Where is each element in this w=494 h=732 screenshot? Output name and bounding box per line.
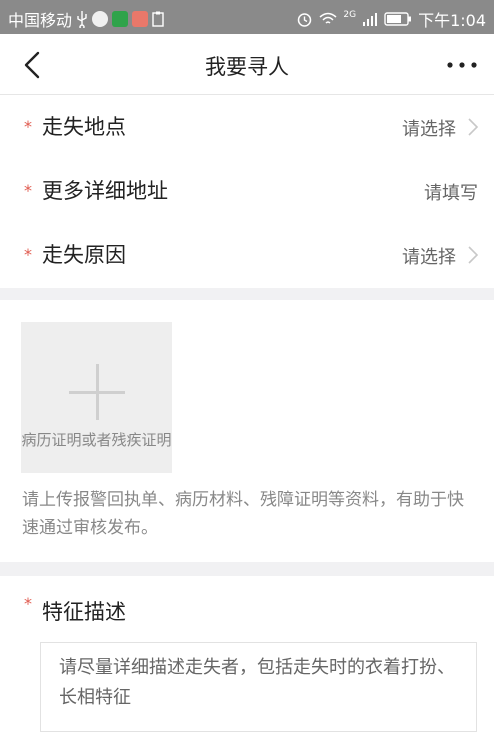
status-right: 2G 下午1:04 (296, 7, 486, 31)
more-options-icon[interactable] (444, 50, 480, 80)
upload-hint: 请上传报警回执单、病历材料、残障证明等资料，有助于快速通过审核发布。 (22, 490, 464, 538)
lost-reason-value[interactable]: 请选择 (402, 243, 456, 269)
status-bar: 中国移动 2G 下午1:04 (0, 0, 494, 34)
description-box[interactable]: 请尽量详细描述走失者，包括走失时的衣着打扮、长相特征 (40, 642, 477, 732)
description-section: * 特征描述 请尽量详细描述走失者，包括走失时的衣着打扮、长相特征 (0, 576, 494, 732)
required-mark: * (24, 181, 32, 200)
battery-icon (384, 12, 412, 26)
detail-address-value[interactable]: 请填写 (424, 179, 478, 205)
description-input[interactable]: 请尽量详细描述走失者，包括走失时的衣着打扮、长相特征 (59, 653, 469, 713)
page-title: 我要寻人 (205, 55, 289, 79)
location-form: * 走失地点 请选择 * 更多详细地址 请填写 * 走失原因 请选择 (0, 95, 494, 288)
status-left: 中国移动 (8, 7, 164, 31)
lost-location-value[interactable]: 请选择 (402, 115, 456, 141)
chevron-right-icon (468, 246, 479, 264)
alarm-icon (298, 12, 312, 27)
required-mark: * (24, 594, 32, 613)
detail-address-label: 更多详细地址 (42, 179, 168, 203)
detail-address-row[interactable]: * 更多详细地址 请填写 (0, 159, 494, 223)
upload-photo-button[interactable]: 病历证明或者残疾证明 (21, 322, 172, 473)
usb-icon (77, 11, 87, 28)
clipboard-icon (152, 11, 164, 27)
lost-location-row[interactable]: * 走失地点 请选择 (0, 95, 494, 159)
lost-reason-row[interactable]: * 走失原因 请选择 (0, 223, 494, 287)
n-app-icon (112, 11, 129, 27)
description-title: 特征描述 (42, 600, 126, 624)
wifi-icon (319, 12, 337, 24)
carrier-name: 中国移动 (8, 11, 73, 30)
plus-icon-vertical (96, 364, 99, 420)
lost-location-label: 走失地点 (42, 115, 126, 139)
section-divider (0, 562, 494, 576)
upload-section: 病历证明或者残疾证明 请上传报警回执单、病历材料、残障证明等资料，有助于快速通过… (0, 300, 494, 562)
section-divider (0, 288, 494, 300)
chevron-right-icon (468, 118, 479, 136)
browser-app-icon (92, 11, 109, 27)
clock: 下午1:04 (418, 11, 486, 30)
required-mark: * (24, 245, 32, 264)
lost-reason-label: 走失原因 (42, 243, 126, 267)
nav-bar: 我要寻人 (0, 34, 494, 95)
signal-icon (363, 13, 378, 26)
photo-app-icon (132, 11, 149, 27)
network-type: 2G (343, 10, 357, 20)
required-mark: * (24, 117, 32, 136)
upload-label: 病历证明或者残疾证明 (21, 431, 172, 449)
